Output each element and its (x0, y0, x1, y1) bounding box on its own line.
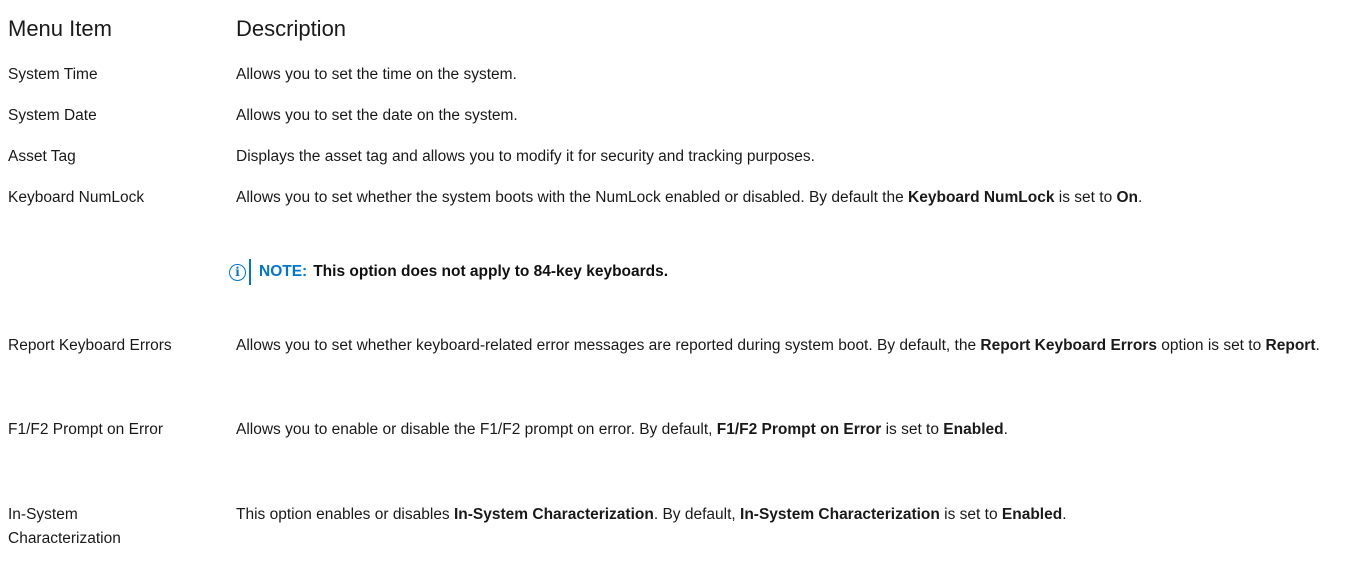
menu-item-label: Report Keyboard Errors (8, 337, 172, 354)
header-menu-item: Menu Item (8, 16, 112, 41)
menu-item-description: Allows you to enable or disable the F1/F… (236, 421, 1008, 438)
menu-item-label: F1/F2 Prompt on Error (8, 421, 164, 438)
note-callout: i NOTE: This option does not apply to 84… (229, 258, 668, 286)
menu-item-label: Keyboard NumLock (8, 189, 145, 206)
menu-item-description: Allows you to set whether keyboard-relat… (236, 337, 1320, 354)
menu-item-label: System Date (8, 107, 97, 124)
menu-item-description: This option enables or disables In-Syste… (236, 506, 1067, 523)
table-header: Menu Item Description (8, 16, 1355, 44)
menu-item-description: Displays the asset tag and allows you to… (236, 148, 815, 165)
menu-item-description: Allows you to set the time on the system… (236, 66, 517, 83)
menu-item-label: System Time (8, 66, 98, 83)
menu-item-label: Asset Tag (8, 148, 76, 165)
note-text: This option does not apply to 84-key key… (313, 263, 669, 280)
menu-item-description: Allows you to set whether the system boo… (236, 189, 1143, 206)
document-page: Menu Item Description System Time Allows… (0, 0, 1355, 572)
note-divider (249, 259, 251, 285)
menu-item-label: In-System Characterization (8, 506, 121, 547)
info-icon: i (229, 263, 246, 281)
note-label: NOTE: (259, 263, 308, 280)
header-description: Description (236, 16, 347, 41)
menu-item-description: Allows you to set the date on the system… (236, 107, 518, 124)
